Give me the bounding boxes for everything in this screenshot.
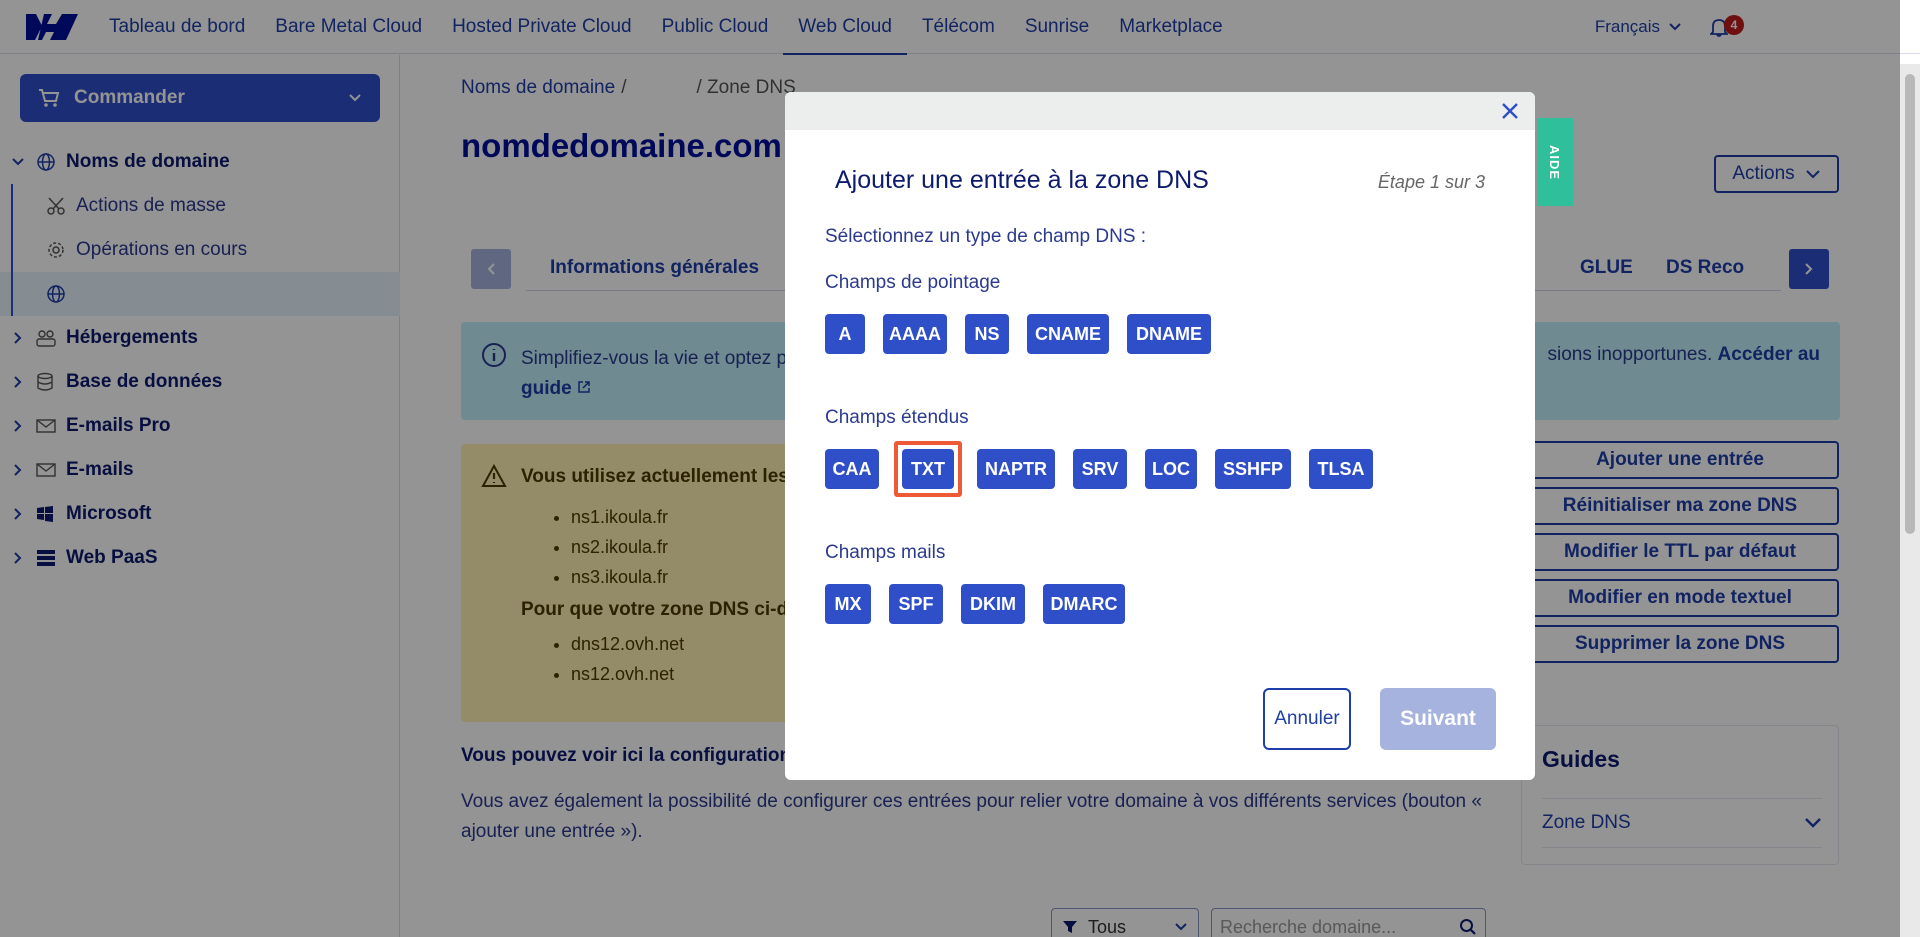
dns-type-mx[interactable]: MX [825,584,871,624]
dns-type-loc[interactable]: LOC [1145,449,1197,489]
dns-type-ns[interactable]: NS [965,314,1009,354]
modal-header [785,92,1535,130]
dns-type-txt[interactable]: TXT [894,441,962,497]
scrollbar-thumb[interactable] [1905,74,1915,534]
close-icon [1502,103,1518,119]
dns-type-dname[interactable]: DNAME [1127,314,1211,354]
next-button[interactable]: Suivant [1380,688,1496,750]
select-type-label: Sélectionnez un type de champ DNS : [825,226,1147,247]
dns-type-a[interactable]: A [825,314,865,354]
cancel-button[interactable]: Annuler [1263,688,1351,750]
dns-type-caa[interactable]: CAA [825,449,879,489]
dns-type-aaaa[interactable]: AAAA [883,314,947,354]
modal-title: Ajouter une entrée à la zone DNS [835,166,1209,194]
close-button[interactable] [1499,100,1521,122]
dns-type-dmarc[interactable]: DMARC [1043,584,1125,624]
add-dns-entry-modal: Ajouter une entrée à la zone DNS Étape 1… [785,92,1535,780]
dns-type-srv[interactable]: SRV [1073,449,1127,489]
page-scrollbar[interactable] [1900,64,1920,937]
dns-type-dkim[interactable]: DKIM [961,584,1025,624]
section-extended: Champs étendus [825,407,969,428]
section-pointing: Champs de pointage [825,272,1001,293]
modal-step: Étape 1 sur 3 [1377,172,1485,192]
dns-type-naptr[interactable]: NAPTR [977,449,1055,489]
dns-type-cname[interactable]: CNAME [1027,314,1109,354]
help-tab-label: AIDE [1547,144,1563,180]
section-mail: Champs mails [825,542,946,563]
dns-type-sshfp[interactable]: SSHFP [1215,449,1291,489]
help-tab[interactable]: AIDE [1537,118,1573,206]
dns-type-spf[interactable]: SPF [889,584,943,624]
dns-type-tlsa[interactable]: TLSA [1309,449,1373,489]
